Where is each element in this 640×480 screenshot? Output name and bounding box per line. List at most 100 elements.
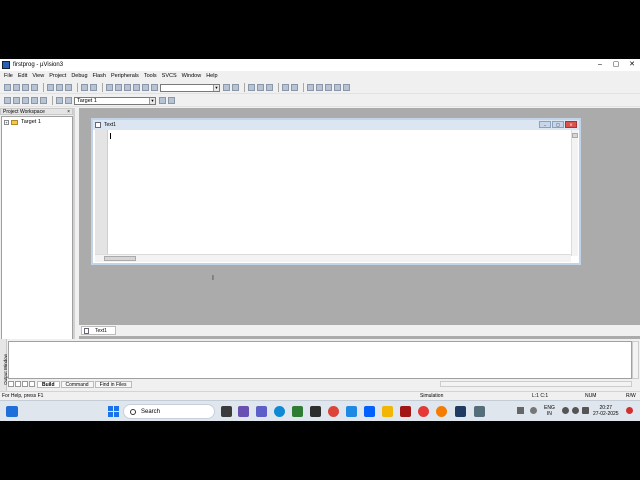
task-view-icon[interactable]	[221, 406, 232, 417]
new-file-icon[interactable]	[4, 84, 11, 91]
tab-command[interactable]: Command	[60, 380, 94, 388]
language-indicator[interactable]: ENG IN	[544, 405, 555, 417]
paste-icon[interactable]	[65, 84, 72, 91]
chrome-icon[interactable]	[328, 406, 339, 417]
vertical-scrollbar[interactable]	[571, 130, 578, 256]
copilot-icon[interactable]	[238, 406, 249, 417]
output-window-grip[interactable]: Output Window	[0, 339, 8, 393]
remote-desktop-icon[interactable]	[474, 406, 485, 417]
back-arrow-icon[interactable]	[248, 84, 255, 91]
speaker-icon[interactable]	[572, 407, 579, 414]
menu-peripherals[interactable]: Peripherals	[111, 73, 139, 79]
zoom-icon[interactable]	[316, 84, 323, 91]
scroll-thumb[interactable]	[104, 256, 136, 261]
bookmark-icon[interactable]	[124, 84, 131, 91]
chevron-down-icon[interactable]: ▼	[149, 97, 155, 104]
mail-icon[interactable]	[346, 406, 357, 417]
target-options-icon[interactable]	[65, 97, 72, 104]
menu-flash[interactable]: Flash	[93, 73, 106, 79]
save-all-icon[interactable]	[31, 84, 38, 91]
close-icon[interactable]: ×	[67, 109, 70, 116]
vertical-scrollbar[interactable]	[632, 341, 639, 379]
expand-icon[interactable]: +	[4, 119, 9, 125]
unindent-icon[interactable]	[115, 84, 122, 91]
target-combo[interactable]: Target 1 ▼	[74, 96, 156, 105]
file-explorer-icon[interactable]	[382, 406, 393, 417]
first-tab-icon[interactable]	[8, 381, 14, 387]
excel-icon[interactable]	[292, 406, 303, 417]
code-editor[interactable]	[108, 130, 568, 254]
stop-build-icon[interactable]	[40, 97, 47, 104]
editor-minimize-button[interactable]: –	[539, 121, 551, 128]
indent-icon[interactable]	[106, 84, 113, 91]
copy-icon[interactable]	[56, 84, 63, 91]
layout-icon[interactable]	[343, 84, 350, 91]
start-button[interactable]	[108, 406, 119, 417]
settings-icon[interactable]	[325, 84, 332, 91]
tab-text1[interactable]: Text1	[81, 326, 116, 335]
next-bookmark-icon[interactable]	[133, 84, 140, 91]
cut-icon[interactable]	[47, 84, 54, 91]
forward-arrow-icon[interactable]	[257, 84, 264, 91]
menu-help[interactable]: Help	[206, 73, 217, 79]
menu-project[interactable]: Project	[49, 73, 66, 79]
horizontal-scrollbar[interactable]	[440, 381, 632, 387]
output-pane[interactable]	[8, 341, 632, 379]
dropbox-icon[interactable]	[364, 406, 375, 417]
firefox-icon[interactable]	[436, 406, 447, 417]
project-books-icon[interactable]	[168, 97, 175, 104]
terminal-icon[interactable]	[310, 406, 321, 417]
find-in-files-icon[interactable]	[151, 84, 158, 91]
rebuild-icon[interactable]	[22, 97, 29, 104]
clock[interactable]: 20:27 27-02-2025	[593, 405, 619, 417]
horizontal-scrollbar[interactable]	[95, 254, 571, 262]
maximize-button[interactable]: ▢	[608, 59, 624, 71]
chevron-down-icon[interactable]: ▼	[213, 84, 219, 91]
menu-file[interactable]: File	[4, 73, 13, 79]
print-icon[interactable]	[282, 84, 289, 91]
minimize-button[interactable]: –	[592, 59, 608, 71]
close-button[interactable]: ✕	[624, 59, 640, 71]
pdf-reader-icon[interactable]	[400, 406, 411, 417]
next-tab-icon[interactable]	[22, 381, 28, 387]
prev-bookmark-icon[interactable]	[142, 84, 149, 91]
menu-window[interactable]: Window	[182, 73, 202, 79]
prev-tab-icon[interactable]	[15, 381, 21, 387]
uvision-taskbar-icon[interactable]	[455, 406, 466, 417]
notification-icon[interactable]	[626, 407, 633, 414]
edge-icon[interactable]	[274, 406, 285, 417]
window-icon[interactable]	[307, 84, 314, 91]
menu-svcs[interactable]: SVCS	[162, 73, 177, 79]
build-icon[interactable]	[13, 97, 20, 104]
menu-debug[interactable]: Debug	[71, 73, 87, 79]
editor-maximize-button[interactable]: ▢	[552, 121, 564, 128]
widgets-icon[interactable]	[6, 406, 18, 417]
teams-icon[interactable]	[256, 406, 267, 417]
menu-view[interactable]: View	[32, 73, 44, 79]
scroll-thumb[interactable]	[572, 133, 578, 138]
tab-build[interactable]: Build	[37, 380, 60, 388]
batch-build-icon[interactable]	[31, 97, 38, 104]
battery-icon[interactable]	[582, 407, 589, 414]
download-icon[interactable]	[56, 97, 63, 104]
chevron-up-icon[interactable]	[517, 407, 524, 414]
menu-edit[interactable]: Edit	[18, 73, 27, 79]
undo-icon[interactable]	[81, 84, 88, 91]
last-tab-icon[interactable]	[29, 381, 35, 387]
tree-item-target[interactable]: + Target 1	[2, 117, 72, 125]
menu-tools[interactable]: Tools	[144, 73, 157, 79]
save-icon[interactable]	[22, 84, 29, 91]
insert-icon[interactable]	[266, 84, 273, 91]
debug-icon[interactable]	[291, 84, 298, 91]
project-components-icon[interactable]	[159, 97, 166, 104]
photos-icon[interactable]	[418, 406, 429, 417]
taskbar-search[interactable]: Search	[123, 404, 215, 419]
find-icon[interactable]	[232, 84, 239, 91]
redo-icon[interactable]	[90, 84, 97, 91]
editor-close-button[interactable]: ✕	[565, 121, 577, 128]
tab-find-in-files[interactable]: Find in Files	[94, 380, 132, 388]
binoculars-icon[interactable]	[223, 84, 230, 91]
microphone-icon[interactable]	[530, 407, 537, 414]
wifi-icon[interactable]	[562, 407, 569, 414]
tools-icon[interactable]	[334, 84, 341, 91]
